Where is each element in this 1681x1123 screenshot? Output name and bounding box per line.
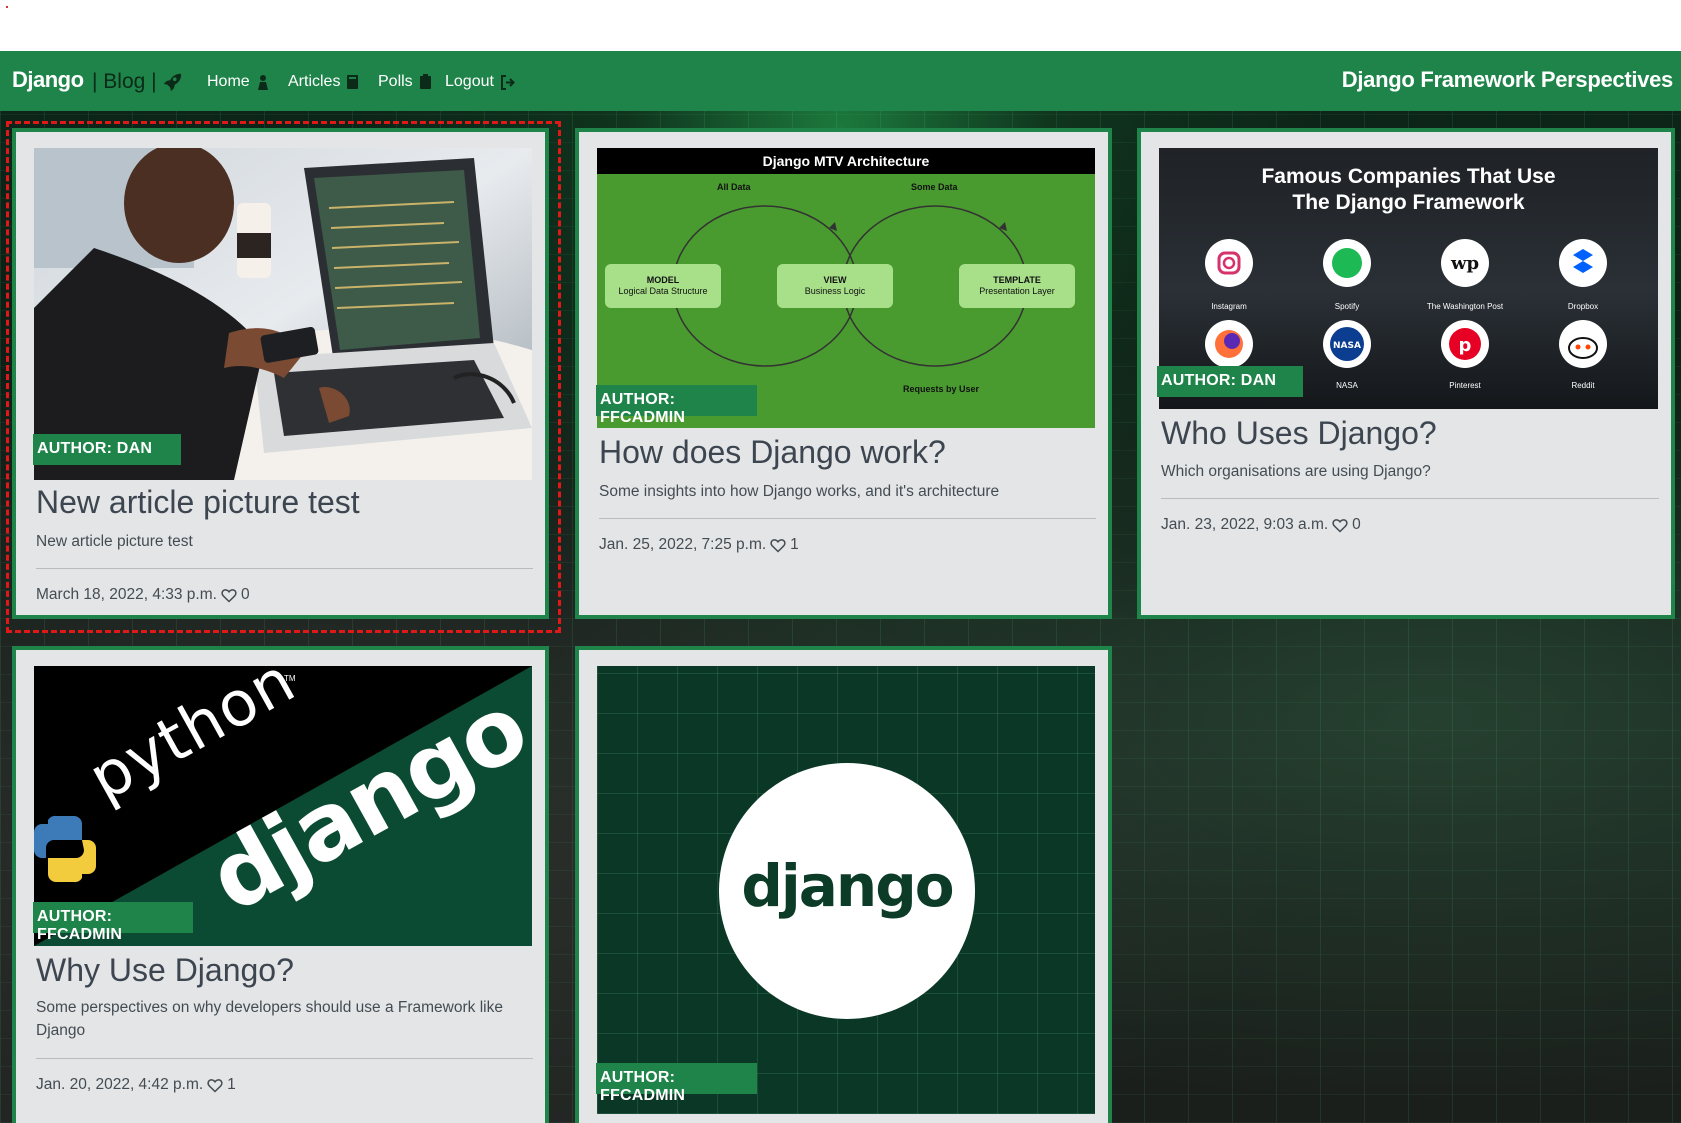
article-title[interactable]: Why Use Django? [36, 952, 294, 989]
author-badge: AUTHOR: FFCADMIN [596, 385, 757, 426]
template-box: TEMPLATE Presentation Layer [959, 264, 1075, 308]
model-sublabel: Logical Data Structure [618, 286, 708, 296]
svg-text:p: p [1459, 335, 1472, 356]
company-label-5: NASA [1336, 381, 1358, 390]
article-image [34, 148, 532, 480]
nav-logout[interactable]: Logout [445, 73, 516, 91]
logout-icon [500, 74, 515, 90]
like-count: 0 [1352, 516, 1361, 533]
like-count: 1 [227, 1076, 236, 1093]
site-title: Django Framework Perspectives [1341, 67, 1674, 92]
article-date: Jan. 25, 2022, 7:25 p.m. [599, 536, 767, 553]
divider [36, 568, 533, 569]
top-strip [0, 0, 1681, 51]
svg-text:wp: wp [1450, 253, 1479, 274]
article-meta: Jan. 23, 2022, 9:03 a.m. 0 [1161, 516, 1361, 534]
company-label-1: Spotify [1334, 302, 1360, 311]
article-description: Some insights into how Django works, and… [599, 483, 1000, 500]
article-description: Some perspectives on why developers shou… [36, 999, 503, 1039]
article-card[interactable]: python TM django AUTHOR: FFCADMIN Why Us… [12, 646, 549, 1123]
article-date: Jan. 23, 2022, 9:03 a.m. [1161, 516, 1329, 533]
like-count: 0 [240, 586, 250, 603]
article-card[interactable]: Django MTV Architecture All Data Some Da… [575, 128, 1112, 619]
article-meta: March 18, 2022, 4:33 p.m. 0 [36, 586, 250, 604]
book-icon [347, 75, 359, 89]
article-date: Jan. 20, 2022, 4:42 p.m. [36, 1076, 204, 1093]
model-box: MODEL Logical Data Structure [605, 264, 721, 308]
blog-label[interactable]: | Blog | [92, 70, 157, 94]
view-label: VIEW [823, 275, 847, 285]
article-description: New article picture test [36, 533, 193, 550]
article-title[interactable]: Who Uses Django? [1161, 415, 1437, 452]
like-count: 1 [790, 536, 799, 553]
nav-home[interactable]: Home [207, 73, 270, 91]
model-label: MODEL [646, 275, 680, 285]
nav-articles-label: Articles [288, 73, 341, 90]
author-badge: AUTHOR: FFCADMIN [596, 1063, 757, 1104]
article-title[interactable]: New article picture test [36, 484, 360, 521]
company-label-3: Dropbox [1567, 302, 1599, 311]
author-badge: AUTHOR: DAN [33, 434, 181, 465]
article-card[interactable]: django AUTHOR: FFCADMIN [575, 646, 1112, 1123]
heart-icon[interactable] [207, 1078, 223, 1093]
django-logo-text: django [741, 852, 954, 920]
diagram-label-requests: Requests by User [903, 384, 980, 394]
company-label-6: Pinterest [1449, 381, 1481, 390]
company-label-2: The Washington Post [1426, 302, 1504, 311]
companies-heading: Famous Companies That Use The Django Fra… [1159, 164, 1658, 216]
view-box: VIEW Business Logic [777, 264, 893, 308]
company-label-7: Reddit [1571, 381, 1595, 390]
heart-icon[interactable] [1332, 518, 1348, 533]
author-badge: AUTHOR: FFCADMIN [33, 902, 193, 943]
nav-polls-label: Polls [378, 73, 413, 90]
brand-link[interactable]: Django [12, 67, 84, 93]
heart-icon[interactable] [221, 588, 237, 603]
svg-text:NASA: NASA [1333, 341, 1361, 351]
divider [1161, 498, 1659, 499]
article-title[interactable]: How does Django work? [599, 434, 946, 471]
navbar: Django | Blog | Home Articles Polls Logo… [0, 51, 1681, 111]
template-label: TEMPLATE [993, 275, 1041, 285]
heart-icon[interactable] [770, 538, 786, 553]
company-label-0: Instagram [1211, 302, 1247, 311]
article-meta: Jan. 25, 2022, 7:25 p.m. 1 [599, 536, 799, 554]
article-meta: Jan. 20, 2022, 4:42 p.m. 1 [36, 1076, 236, 1094]
companies-heading-line2: The Django Framework [1292, 191, 1525, 214]
article-date: March 18, 2022, 4:33 p.m. [36, 586, 217, 603]
nav-home-label: Home [207, 73, 250, 90]
template-sublabel: Presentation Layer [979, 286, 1055, 296]
rocket-icon [163, 73, 182, 92]
view-sublabel: Business Logic [804, 286, 866, 296]
person-icon [257, 74, 268, 90]
nav-polls[interactable]: Polls [378, 73, 432, 91]
cursor-dot [6, 6, 8, 8]
trademark-mark: TM [284, 674, 296, 683]
divider [36, 1058, 533, 1059]
nav-articles[interactable]: Articles [288, 73, 359, 91]
nav-logout-label: Logout [445, 73, 494, 90]
author-badge: AUTHOR: DAN [1157, 366, 1303, 397]
article-description: Which organisations are using Django? [1161, 463, 1431, 480]
article-card[interactable]: AUTHOR: DAN New article picture test New… [12, 128, 549, 619]
article-card[interactable]: Famous Companies That Use The Django Fra… [1137, 128, 1675, 619]
companies-heading-line1: Famous Companies That Use [1261, 165, 1556, 188]
article-image: django [597, 666, 1095, 1114]
divider [599, 518, 1096, 519]
clipboard-icon [419, 74, 431, 89]
